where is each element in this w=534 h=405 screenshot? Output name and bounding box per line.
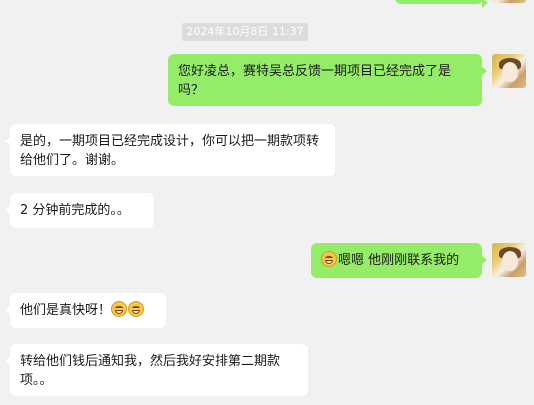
- avatar-face: [502, 251, 518, 271]
- avatar-face: [502, 62, 518, 82]
- avatar-self[interactable]: [492, 243, 526, 277]
- message-bubble-incoming[interactable]: 转给他们钱后通知我，然后我好安排第二期款项。。: [5, 344, 308, 396]
- grin-emoji-icon: [111, 301, 128, 317]
- message-bubble-incoming[interactable]: 是的，一期项目已经完成设计，你可以把一期款项转给他们了。谢谢。: [5, 124, 335, 176]
- message-text: 您好凌总，赛特吴总反馈一期项目已经完成了是吗？: [178, 64, 452, 98]
- message-text: 是的，一期项目已经完成设计，你可以把一期款项转给他们了。谢谢。: [20, 134, 320, 168]
- message-text: 嗯嗯 他刚刚联系我的: [338, 253, 460, 268]
- message-text: 他们是真快呀！: [20, 303, 112, 318]
- message-bubble-incoming[interactable]: 他们是真快呀！: [5, 293, 166, 328]
- message-bubble-partial[interactable]: [395, 0, 488, 8]
- message-bubble-outgoing[interactable]: 嗯嗯 他刚刚联系我的: [311, 243, 487, 278]
- message-bubble-outgoing[interactable]: 您好凌总，赛特吴总反馈一期项目已经完成了是吗？: [168, 54, 487, 106]
- message-bubble-incoming[interactable]: 2 分钟前完成的。。: [5, 193, 154, 228]
- chat-timestamp: 2024年10月8日 11:37: [182, 23, 308, 41]
- grin-emoji-icon: [321, 251, 337, 267]
- grin-emoji-icon: [128, 301, 145, 317]
- message-text: 2 分钟前完成的。。: [20, 203, 130, 218]
- avatar-self[interactable]: [492, 54, 526, 88]
- avatar-self[interactable]: [492, 0, 526, 3]
- message-text: 转给他们钱后通知我，然后我好安排第二期款项。。: [20, 354, 281, 388]
